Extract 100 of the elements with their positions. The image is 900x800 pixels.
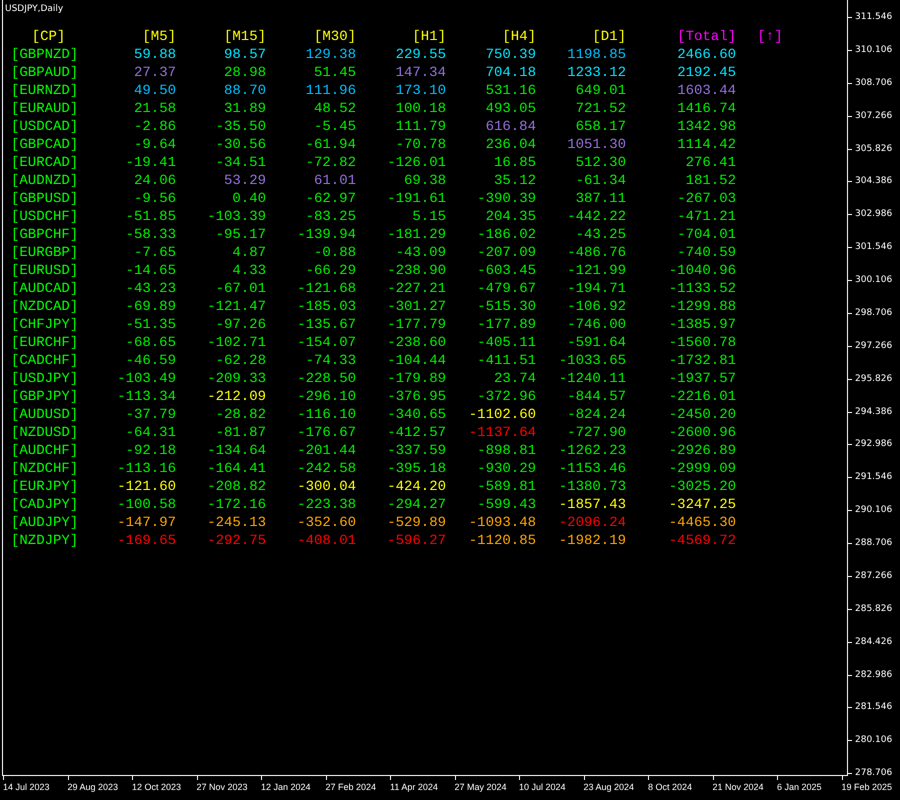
value-cell: -471.21 bbox=[677, 208, 736, 226]
value-cell: 229.55 bbox=[396, 46, 446, 64]
pair-label: [GBPUSD] bbox=[11, 190, 78, 208]
value-cell: -9.56 bbox=[134, 190, 176, 208]
price-label: 280.106 bbox=[848, 734, 900, 768]
value-cell: -2600.96 bbox=[668, 424, 736, 442]
date-label: 27 May 2024 bbox=[454, 776, 519, 800]
value-cell: -294.27 bbox=[387, 496, 446, 514]
value-cell: 23.74 bbox=[494, 370, 536, 388]
value-cell: -337.59 bbox=[387, 442, 446, 460]
value-cell: -372.96 bbox=[477, 388, 536, 406]
pair-label: [GBPAUD] bbox=[11, 64, 78, 82]
price-label: 281.546 bbox=[848, 701, 900, 734]
pair-label: [USDJPY] bbox=[11, 370, 78, 388]
date-label: 11 Apr 2024 bbox=[390, 776, 454, 800]
value-cell: -2926.89 bbox=[668, 442, 736, 460]
date-label: 21 Nov 2024 bbox=[712, 776, 777, 800]
price-label: 298.706 bbox=[848, 306, 900, 340]
value-cell: 2192.45 bbox=[677, 64, 736, 82]
value-cell: -67.01 bbox=[216, 280, 266, 298]
value-cell: -228.50 bbox=[297, 370, 356, 388]
value-cell: -172.16 bbox=[207, 496, 266, 514]
value-cell: -1153.46 bbox=[558, 460, 626, 478]
value-cell: -66.29 bbox=[306, 262, 356, 280]
value-cell: -376.95 bbox=[387, 388, 446, 406]
value-cell: 24.06 bbox=[134, 172, 176, 190]
value-cell: 649.01 bbox=[576, 82, 626, 100]
column-header: [H4] bbox=[502, 28, 536, 46]
price-label: 302.986 bbox=[848, 208, 900, 242]
value-cell: -4465.30 bbox=[668, 514, 736, 532]
pair-label: [NZDJPY] bbox=[11, 532, 78, 550]
price-label: 308.706 bbox=[848, 76, 900, 110]
value-cell: 512.30 bbox=[576, 154, 626, 172]
value-cell: -0.88 bbox=[314, 244, 356, 262]
value-cell: -227.21 bbox=[387, 280, 446, 298]
value-cell: -92.18 bbox=[126, 442, 176, 460]
column-header: [M15] bbox=[224, 28, 266, 46]
value-cell: -223.38 bbox=[297, 496, 356, 514]
value-cell: -411.51 bbox=[477, 352, 536, 370]
value-cell: -102.71 bbox=[207, 334, 266, 352]
value-cell: 69.38 bbox=[404, 172, 446, 190]
price-label: 291.546 bbox=[848, 471, 900, 504]
pair-label: [EURGBP] bbox=[11, 244, 78, 262]
pair-label: [USDCHF] bbox=[11, 208, 78, 226]
value-cell: 4.87 bbox=[232, 244, 266, 262]
value-cell: -116.10 bbox=[297, 406, 356, 424]
value-cell: -121.47 bbox=[207, 298, 266, 316]
value-cell: -81.87 bbox=[216, 424, 266, 442]
value-cell: 493.05 bbox=[486, 100, 536, 118]
value-cell: -591.64 bbox=[567, 334, 626, 352]
value-cell: -1380.73 bbox=[558, 478, 626, 496]
value-cell: -177.89 bbox=[477, 316, 536, 334]
value-cell: -405.11 bbox=[477, 334, 536, 352]
value-cell: -69.89 bbox=[126, 298, 176, 316]
value-cell: 276.41 bbox=[686, 154, 736, 172]
value-cell: -179.89 bbox=[387, 370, 446, 388]
value-cell: -43.09 bbox=[396, 244, 446, 262]
value-cell: -1937.57 bbox=[668, 370, 736, 388]
column-header: [Total] bbox=[677, 28, 736, 46]
value-cell: -113.16 bbox=[117, 460, 176, 478]
value-cell: -139.94 bbox=[297, 226, 356, 244]
value-cell: 4.33 bbox=[232, 262, 266, 280]
value-cell: -727.90 bbox=[567, 424, 626, 442]
value-cell: -164.41 bbox=[207, 460, 266, 478]
pair-label: [EURCAD] bbox=[11, 154, 78, 172]
value-cell: -212.09 bbox=[207, 388, 266, 406]
value-cell: 1416.74 bbox=[677, 100, 736, 118]
pair-label: [EURJPY] bbox=[11, 478, 78, 496]
value-cell: -408.01 bbox=[297, 532, 356, 550]
value-cell: -43.25 bbox=[576, 226, 626, 244]
pair-label: [AUDNZD] bbox=[11, 172, 78, 190]
value-cell: 98.57 bbox=[224, 46, 266, 64]
pair-label: [GBPCAD] bbox=[11, 136, 78, 154]
value-cell: -424.20 bbox=[387, 478, 446, 496]
value-cell: -97.26 bbox=[216, 316, 266, 334]
value-cell: -296.10 bbox=[297, 388, 356, 406]
value-cell: -412.57 bbox=[387, 424, 446, 442]
value-cell: 531.16 bbox=[486, 82, 536, 100]
value-cell: 27.37 bbox=[134, 64, 176, 82]
value-cell: -515.30 bbox=[477, 298, 536, 316]
value-cell: -292.75 bbox=[207, 532, 266, 550]
value-cell: 236.04 bbox=[486, 136, 536, 154]
value-cell: 111.96 bbox=[306, 82, 356, 100]
pair-label: [GBPCHF] bbox=[11, 226, 78, 244]
price-label: 307.266 bbox=[848, 110, 900, 142]
pair-label: [AUDJPY] bbox=[11, 514, 78, 532]
value-cell: 28.98 bbox=[224, 64, 266, 82]
pair-label: [CADCHF] bbox=[11, 352, 78, 370]
price-label: 285.826 bbox=[848, 602, 900, 636]
pair-label: [GBPJPY] bbox=[11, 388, 78, 406]
value-cell: 1051.30 bbox=[567, 136, 626, 154]
pair-label: [GBPNZD] bbox=[11, 46, 78, 64]
value-cell: -3247.25 bbox=[668, 496, 736, 514]
value-cell: -2096.24 bbox=[558, 514, 626, 532]
value-cell: 204.35 bbox=[486, 208, 536, 226]
value-cell: -74.33 bbox=[306, 352, 356, 370]
value-cell: -5.45 bbox=[314, 118, 356, 136]
value-cell: -37.79 bbox=[126, 406, 176, 424]
pair-label: [NZDCHF] bbox=[11, 460, 78, 478]
value-cell: -1560.78 bbox=[668, 334, 736, 352]
